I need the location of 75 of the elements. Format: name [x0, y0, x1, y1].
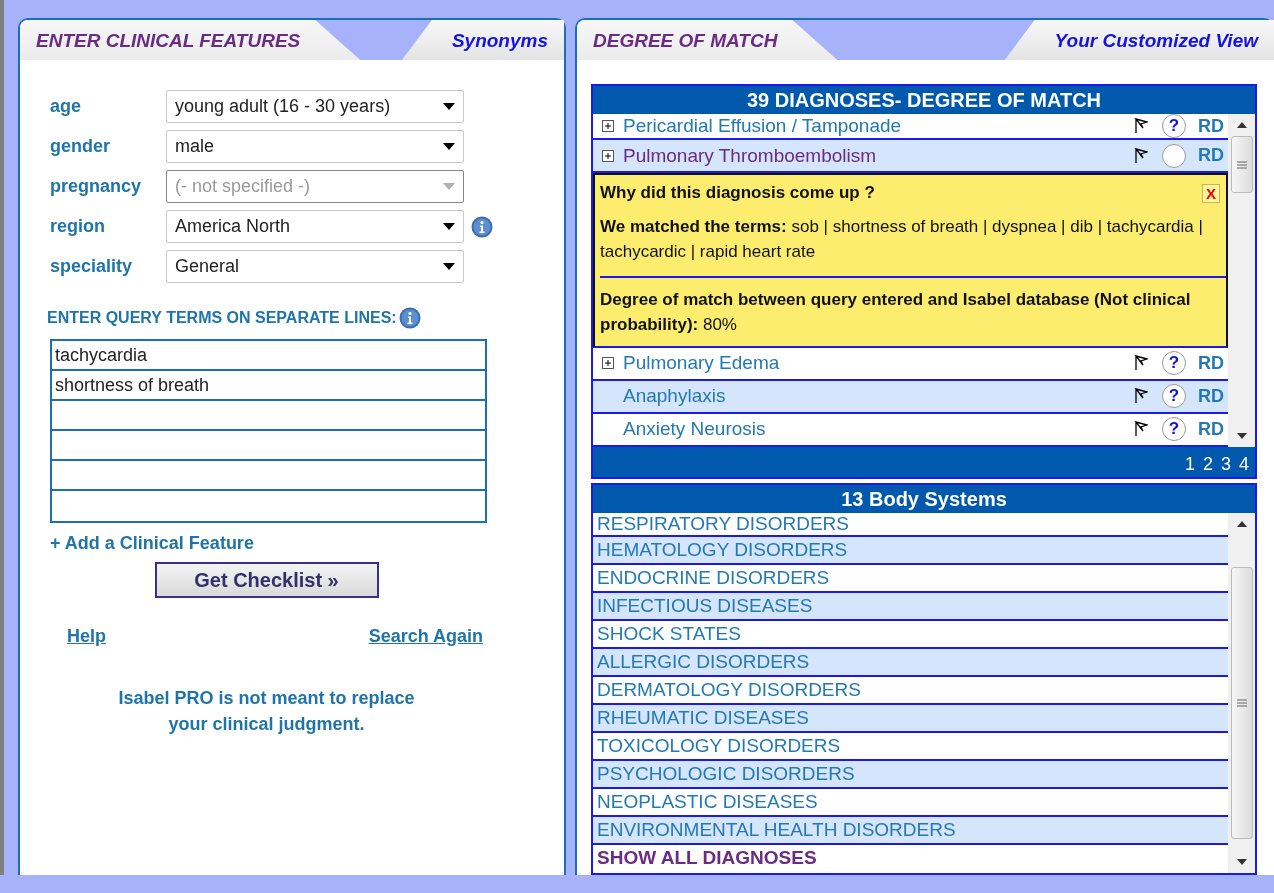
flag-icon[interactable]	[1134, 355, 1148, 372]
scroll-up-icon[interactable]	[1236, 122, 1247, 128]
flag-icon[interactable]	[1134, 388, 1148, 405]
body-system-item[interactable]: RHEUMATIC DISEASES	[593, 704, 1228, 733]
add-feature-link[interactable]: + Add a Clinical Feature	[50, 533, 564, 554]
dropdown-field[interactable]: General	[166, 250, 464, 283]
field-label: speciality	[50, 256, 134, 277]
diagnosis-name[interactable]: Anaphylaxis	[623, 385, 1134, 408]
body-system-item[interactable]: HEMATOLOGY DISORDERS	[593, 536, 1228, 565]
grip-icon[interactable]	[1236, 698, 1247, 707]
scrollbar[interactable]	[1228, 114, 1255, 447]
close-button[interactable]: X	[1202, 183, 1220, 203]
disclaimer-text: Isabel PRO is not meant to replace your clinical judgment.	[117, 687, 416, 737]
panel-tab[interactable]: DEGREE OF MATCH	[577, 20, 838, 60]
circle-icon[interactable]	[1162, 143, 1186, 168]
scroll-down-icon[interactable]	[1236, 432, 1247, 439]
field-label: pregnancy	[50, 176, 143, 197]
rd-link[interactable]: RD	[1198, 418, 1224, 440]
diagnosis-name[interactable]: Pulmonary Edema	[623, 352, 1134, 375]
body-system-item[interactable]: ALLERGIC DISORDERS	[593, 648, 1228, 677]
expand-icon[interactable]	[602, 120, 614, 132]
diagnosis-name[interactable]: Anxiety Neurosis	[623, 418, 1134, 441]
footer-link[interactable]: Help	[67, 626, 106, 647]
caret-icon[interactable]	[443, 223, 455, 230]
body-system-item[interactable]: ENVIRONMENTAL HEALTH DISORDERS	[593, 816, 1228, 845]
rd-link[interactable]: RD	[1198, 115, 1224, 137]
expand-icon[interactable]	[602, 149, 614, 162]
list-header: 13 Body Systems	[593, 484, 1255, 513]
help-icon[interactable]: ?	[1162, 417, 1186, 442]
caret-icon[interactable]	[443, 263, 455, 270]
diagnosis-row[interactable]: Pericardial Effusion / Tamponade ? RD	[593, 114, 1228, 140]
caret-icon[interactable]	[443, 103, 455, 110]
get-checklist-button[interactable]: Get Checklist »	[154, 562, 379, 598]
scroll-down-icon[interactable]	[1236, 858, 1247, 865]
scrollbar[interactable]	[1228, 512, 1255, 873]
match-degree-text: Degree of match between query entered and Isabel database (Not clinical probability): 80%	[600, 276, 1226, 338]
body-system-item[interactable]: INFECTIOUS DISEASES	[593, 592, 1228, 621]
popup-title: Why did this diagnosis come up ?	[600, 183, 875, 203]
dropdown-field[interactable]: America North	[166, 210, 464, 243]
panel-tab[interactable]: ENTER CLINICAL FEATURES	[20, 20, 361, 60]
info-icon[interactable]	[471, 215, 493, 238]
section-heading: ENTER QUERY TERMS ON SEPARATE LINES:	[47, 309, 397, 327]
diagnosis-row[interactable]: Anaphylaxis ? RD	[593, 380, 1228, 414]
dropdown-field[interactable]: young adult (16 - 30 years)	[166, 90, 464, 123]
caret-icon[interactable]	[443, 143, 455, 150]
flag-icon[interactable]	[1134, 147, 1148, 164]
rd-link[interactable]: RD	[1198, 352, 1224, 374]
field-label: age	[50, 96, 83, 117]
rd-link[interactable]: RD	[1198, 145, 1224, 166]
rd-link[interactable]: RD	[1198, 385, 1224, 407]
panel-tab[interactable]: Your Customized View	[1004, 20, 1274, 60]
list-header: 39 DIAGNOSES- DEGREE OF MATCH	[593, 86, 1255, 114]
help-icon[interactable]: ?	[1162, 351, 1186, 376]
help-icon[interactable]: ?	[1162, 114, 1186, 138]
help-icon[interactable]: ?	[1162, 384, 1186, 409]
grip-icon[interactable]	[1236, 160, 1247, 169]
footer-link[interactable]: Search Again	[368, 626, 483, 647]
page-link[interactable]: 3	[1220, 453, 1231, 477]
page-link[interactable]: 1	[1184, 453, 1195, 477]
field-label: gender	[50, 136, 111, 157]
matched-terms-text: We matched the terms: sob | shortness of breath | dyspnea | dib | tachycardia | tachycardic | rapid heart rate	[600, 216, 1204, 263]
diagnosis-name[interactable]: Pulmonary Thromboembolism	[623, 144, 1134, 167]
info-icon[interactable]	[398, 307, 421, 329]
flag-icon[interactable]	[1134, 421, 1148, 438]
field-label: region	[50, 216, 106, 237]
page-link[interactable]: 2	[1202, 453, 1213, 477]
diagnosis-name[interactable]: Pericardial Effusion / Tamponade	[623, 115, 1134, 137]
expand-icon[interactable]	[602, 357, 614, 370]
page-link[interactable]: 4	[1239, 453, 1249, 477]
flag-icon[interactable]	[1134, 118, 1148, 134]
scroll-up-icon[interactable]	[1236, 520, 1247, 527]
panel-tab[interactable]: Synonyms	[401, 20, 564, 60]
diagnosis-row[interactable]: Pulmonary Thromboembolism RD	[593, 140, 1228, 173]
body-system-item[interactable]: PSYCHOLOGIC DISORDERS	[593, 760, 1228, 789]
dropdown-field[interactable]: male	[166, 130, 464, 163]
